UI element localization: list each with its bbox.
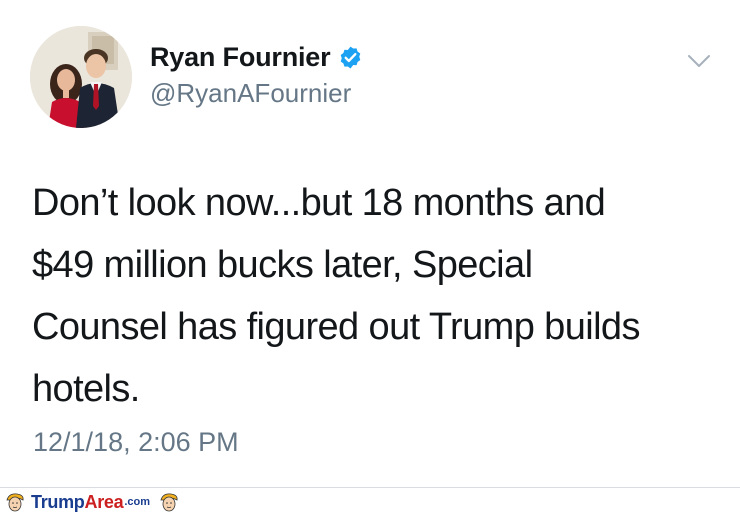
chevron-down-icon[interactable] bbox=[686, 52, 712, 70]
avatar[interactable] bbox=[30, 26, 132, 128]
user-handle[interactable]: @RyanAFournier bbox=[150, 78, 351, 109]
tweet-timestamp[interactable]: 12/1/18, 2:06 PM bbox=[33, 427, 239, 458]
tweet-text: Don’t look now...but 18 months and $49 m… bbox=[32, 182, 640, 410]
trump-head-icon bbox=[6, 493, 24, 512]
watermark-brand-area: Area bbox=[84, 491, 124, 512]
watermark: TrumpArea .com bbox=[4, 490, 180, 514]
divider bbox=[0, 487, 740, 488]
name-row: Ryan Fournier bbox=[150, 41, 363, 73]
tweet-screenshot: Ryan Fournier @RyanAFournier Don’t look … bbox=[0, 0, 740, 516]
watermark-brand-suffix: .com bbox=[124, 496, 151, 508]
profile-photo-icon bbox=[30, 26, 132, 128]
watermark-brand-trump: Trump bbox=[31, 491, 85, 512]
trump-head-icon bbox=[160, 493, 178, 512]
verified-badge-icon bbox=[341, 46, 361, 68]
display-name[interactable]: Ryan Fournier bbox=[150, 42, 331, 73]
